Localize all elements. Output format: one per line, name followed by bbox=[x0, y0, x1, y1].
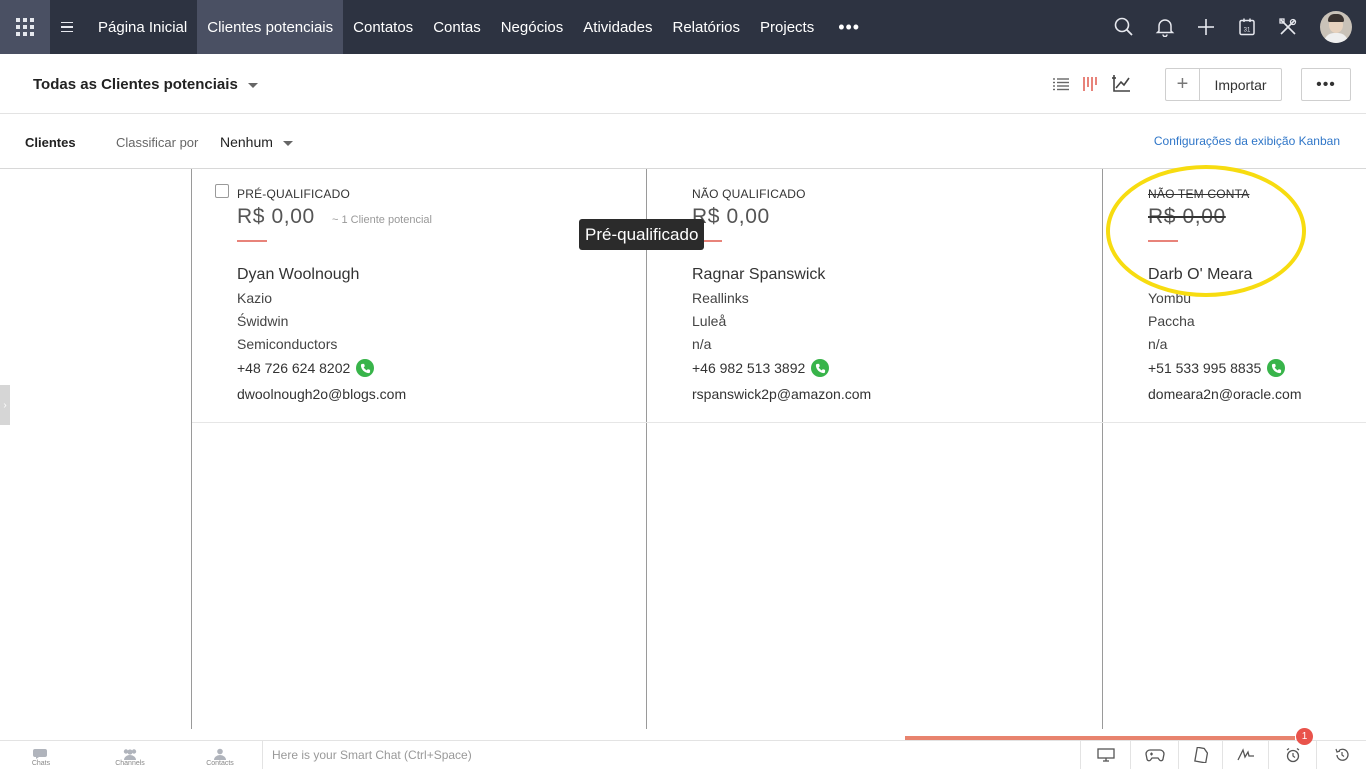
lead-industry: n/a bbox=[1148, 336, 1168, 352]
kanban-column-pre-qualificado: PRÉ-QUALIFICADO R$ 0,00 ~ 1 Cliente pote… bbox=[215, 169, 637, 422]
highlight-ellipse bbox=[1106, 165, 1306, 297]
column-accent-bar bbox=[237, 240, 267, 242]
history-icon[interactable] bbox=[1316, 741, 1366, 769]
channels-tab[interactable]: Channels bbox=[95, 741, 165, 769]
lead-company: Reallinks bbox=[692, 290, 749, 306]
contacts-tab[interactable]: Contacts bbox=[185, 741, 255, 769]
bell-icon[interactable] bbox=[1144, 0, 1185, 54]
sort-by-dropdown[interactable]: Nenhum bbox=[220, 134, 293, 150]
plus-icon[interactable] bbox=[1185, 0, 1226, 54]
nav-item-contatos[interactable]: Contatos bbox=[343, 0, 423, 54]
smart-chat-input[interactable]: Here is your Smart Chat (Ctrl+Space) bbox=[262, 741, 1080, 769]
gamepad-icon[interactable] bbox=[1130, 741, 1178, 769]
column-divider bbox=[1102, 169, 1103, 729]
chat-bubble-icon bbox=[33, 749, 47, 759]
lead-name[interactable]: Dyan Woolnough bbox=[237, 266, 359, 284]
chart-view-icon[interactable] bbox=[1110, 73, 1132, 95]
import-button-group: + Importar bbox=[1165, 68, 1282, 101]
sort-by-label: Classificar por bbox=[116, 135, 199, 150]
nav-item-projects[interactable]: Projects bbox=[750, 0, 824, 54]
column-stage-title: NÃO QUALIFICADO bbox=[692, 187, 806, 201]
kanban-view-icon[interactable] bbox=[1079, 73, 1101, 95]
phone-call-icon[interactable] bbox=[356, 359, 375, 377]
nav-item-atividades[interactable]: Atividades bbox=[573, 0, 662, 54]
lead-email[interactable]: dwoolnough2o@blogs.com bbox=[237, 386, 406, 402]
lead-phone: +48 726 624 8202 bbox=[237, 359, 375, 377]
lead-city: Luleå bbox=[692, 313, 727, 329]
kanban-column-nao-qualificado: NÃO QUALIFICADO R$ 0,00 Ragnar Spanswick… bbox=[692, 169, 1092, 422]
menu-icon[interactable] bbox=[50, 0, 84, 54]
lead-company: Kazio bbox=[237, 290, 273, 306]
phone-call-icon[interactable] bbox=[1267, 359, 1286, 377]
lead-phone-number: +46 982 513 3892 bbox=[692, 360, 806, 376]
create-lead-button[interactable]: + bbox=[1166, 69, 1200, 100]
nav-item-clientes-potenciais[interactable]: Clientes potenciais bbox=[197, 0, 344, 54]
side-panel-toggle[interactable]: › bbox=[0, 385, 10, 425]
bottom-bar: Chats Channels Contacts Here is your Sma… bbox=[0, 740, 1366, 769]
tools-icon[interactable] bbox=[1267, 0, 1308, 54]
column-divider bbox=[646, 169, 647, 729]
user-avatar[interactable] bbox=[1320, 11, 1352, 43]
chevron-down-icon bbox=[247, 82, 258, 88]
lead-name[interactable]: Ragnar Spanswick bbox=[692, 266, 825, 284]
column-stage-title: PRÉ-QUALIFICADO bbox=[237, 187, 351, 201]
import-button[interactable]: Importar bbox=[1200, 69, 1281, 100]
lead-industry: Semiconductors bbox=[237, 336, 338, 352]
chats-tab[interactable]: Chats bbox=[6, 741, 76, 769]
lead-email[interactable]: domeara2n@oracle.com bbox=[1148, 386, 1302, 402]
kanban-filter-bar: Clientes Classificar por Nenhum Configur… bbox=[0, 114, 1366, 169]
row-divider bbox=[192, 422, 1366, 423]
view-title: Todas as Clientes potenciais bbox=[33, 76, 238, 93]
stage-tooltip: Pré-qualificado bbox=[579, 219, 705, 250]
nav-item-pagina-inicial[interactable]: Página Inicial bbox=[88, 0, 197, 54]
screen-share-icon[interactable] bbox=[1080, 741, 1130, 769]
lead-city: Paccha bbox=[1148, 313, 1195, 329]
lead-email[interactable]: rspanswick2p@amazon.com bbox=[692, 386, 871, 402]
signature-icon[interactable] bbox=[1222, 741, 1268, 769]
list-view-icon[interactable] bbox=[1050, 73, 1072, 95]
column-count: ~ 1 Cliente potencial bbox=[332, 214, 432, 226]
calendar-icon[interactable]: 31 bbox=[1226, 0, 1267, 54]
lead-phone-number: +51 533 995 8835 bbox=[1148, 360, 1262, 376]
search-icon[interactable] bbox=[1103, 0, 1144, 54]
top-nav: Página Inicial Clientes potenciais Conta… bbox=[0, 0, 1366, 54]
nav-item-contas[interactable]: Contas bbox=[423, 0, 491, 54]
column-divider bbox=[191, 169, 192, 729]
module-label: Clientes bbox=[25, 135, 76, 150]
sticky-note-icon[interactable] bbox=[1178, 741, 1222, 769]
view-header: Todas as Clientes potenciais + Importar … bbox=[0, 54, 1366, 114]
apps-grid-icon[interactable] bbox=[0, 0, 50, 54]
lead-phone: +51 533 995 8835 bbox=[1148, 359, 1286, 377]
chevron-down-icon bbox=[282, 140, 293, 146]
sort-by-value: Nenhum bbox=[220, 134, 273, 150]
svg-text:31: 31 bbox=[1243, 28, 1250, 34]
person-icon bbox=[214, 748, 226, 760]
channels-tab-label: Channels bbox=[115, 760, 145, 767]
column-select-checkbox[interactable] bbox=[215, 184, 229, 198]
view-selector[interactable]: Todas as Clientes potenciais bbox=[33, 76, 258, 93]
phone-call-icon[interactable] bbox=[811, 359, 830, 377]
lead-industry: n/a bbox=[692, 336, 712, 352]
contacts-tab-label: Contacts bbox=[206, 760, 234, 767]
chats-tab-label: Chats bbox=[31, 760, 51, 767]
alarm-clock-icon[interactable] bbox=[1268, 741, 1316, 769]
nav-item-relatorios[interactable]: Relatórios bbox=[662, 0, 750, 54]
more-actions-button[interactable]: ••• bbox=[1301, 68, 1351, 101]
group-icon bbox=[123, 749, 137, 760]
nav-more-button[interactable]: ••• bbox=[824, 17, 874, 38]
column-amount: R$ 0,00 bbox=[237, 205, 315, 228]
lead-phone: +46 982 513 3892 bbox=[692, 359, 830, 377]
lead-city: Świdwin bbox=[237, 313, 289, 329]
kanban-settings-link[interactable]: Configurações da exibição Kanban bbox=[1154, 134, 1340, 148]
notification-badge: 1 bbox=[1296, 728, 1313, 745]
nav-item-negocios[interactable]: Negócios bbox=[491, 0, 574, 54]
lead-phone-number: +48 726 624 8202 bbox=[237, 360, 351, 376]
